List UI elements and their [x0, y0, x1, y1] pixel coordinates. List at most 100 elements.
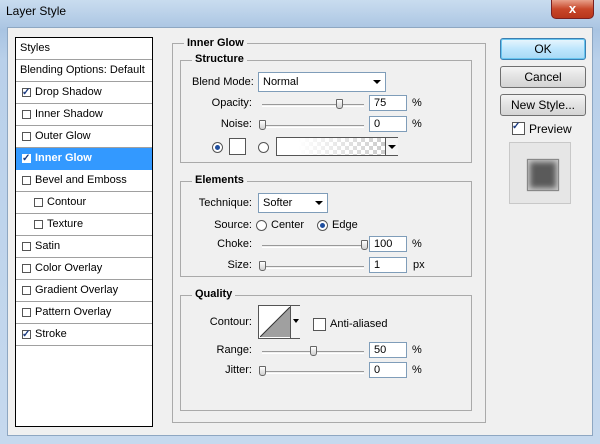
range-slider-thumb[interactable]: [310, 346, 317, 356]
gradient-picker[interactable]: [276, 137, 398, 156]
sidebar-item-label: Styles: [20, 42, 50, 54]
sidebar-item-label: Texture: [47, 218, 84, 230]
sidebar-item-gradient-overlay[interactable]: Gradient Overlay: [16, 280, 152, 302]
contour-linear-icon: [260, 307, 290, 337]
layer-style-dialog: Layer Style x Styles Blending Options: De…: [0, 0, 600, 444]
sidebar-checkbox[interactable]: [22, 110, 31, 119]
contour-label: Contour:: [209, 316, 252, 328]
sidebar-item-label: Pattern Overlay: [35, 306, 112, 318]
sidebar-item-drop-shadow[interactable]: Drop Shadow: [16, 82, 152, 104]
sidebar-item-satin[interactable]: Satin: [16, 236, 152, 258]
source-edge-radio[interactable]: [317, 220, 328, 231]
noise-unit: %: [412, 118, 422, 130]
title-bar[interactable]: Layer Style x: [0, 0, 600, 26]
size-unit: px: [413, 259, 425, 271]
noise-label: Noise:: [220, 118, 252, 130]
source-edge-label[interactable]: Edge: [332, 219, 358, 231]
close-button[interactable]: x: [551, 0, 594, 19]
choke-input[interactable]: 100: [369, 236, 407, 252]
sidebar-item-label: Drop Shadow: [35, 86, 102, 98]
choke-slider-thumb[interactable]: [361, 240, 368, 250]
preview-checkbox[interactable]: [512, 122, 525, 135]
chevron-down-icon: [373, 80, 381, 84]
sidebar-item-inner-glow[interactable]: Inner Glow: [16, 148, 152, 170]
sidebar-checkbox[interactable]: [22, 132, 31, 141]
panel-title: Inner Glow: [184, 37, 247, 49]
styles-list: Styles Blending Options: Default Drop Shad…: [15, 37, 153, 427]
source-label: Source:: [214, 219, 252, 231]
source-center-radio[interactable]: [256, 220, 267, 231]
sidebar-item-bevel-and-emboss[interactable]: Bevel and Emboss: [16, 170, 152, 192]
anti-aliased-checkbox[interactable]: [313, 318, 326, 331]
ok-button[interactable]: OK: [500, 38, 586, 60]
sidebar-item-label: Satin: [35, 240, 61, 252]
sidebar-item-label: Stroke: [35, 328, 67, 340]
sidebar-item-styles: Styles: [16, 38, 152, 60]
size-input[interactable]: 1: [369, 257, 407, 273]
inner-glow-panel: Inner Glow Structure Blend Mode: Normal …: [172, 33, 486, 428]
technique-label: Technique:: [198, 197, 252, 209]
sidebar-item-label: Gradient Overlay: [35, 284, 119, 296]
sidebar-checkbox[interactable]: [22, 286, 31, 295]
sidebar-item-pattern-overlay[interactable]: Pattern Overlay: [16, 302, 152, 324]
choke-unit: %: [412, 238, 422, 250]
sidebar-checkbox[interactable]: [34, 220, 43, 229]
sidebar-item-blending-options-default[interactable]: Blending Options: Default: [16, 60, 152, 82]
chevron-down-icon: [388, 145, 396, 149]
opacity-input[interactable]: 75: [369, 95, 407, 111]
sidebar-item-label: Inner Shadow: [35, 108, 103, 120]
opacity-slider-track[interactable]: [262, 104, 364, 107]
blend-mode-value: Normal: [263, 76, 299, 88]
jitter-slider-thumb[interactable]: [259, 366, 266, 376]
sidebar-checkbox[interactable]: [22, 264, 31, 273]
sidebar-item-inner-shadow[interactable]: Inner Shadow: [16, 104, 152, 126]
sidebar-checkbox[interactable]: [34, 198, 43, 207]
noise-slider-thumb[interactable]: [259, 120, 266, 130]
cancel-button[interactable]: Cancel: [500, 66, 586, 88]
jitter-input[interactable]: 0: [369, 362, 407, 378]
sidebar-item-label: Blending Options: Default: [20, 64, 145, 76]
contour-picker[interactable]: [258, 305, 300, 339]
size-slider-thumb[interactable]: [259, 261, 267, 271]
sidebar-checkbox[interactable]: [22, 330, 31, 340]
sidebar-item-label: Color Overlay: [35, 262, 103, 274]
jitter-slider-track[interactable]: [262, 371, 364, 374]
noise-slider-track[interactable]: [262, 125, 364, 128]
solid-color-radio[interactable]: [212, 142, 223, 153]
structure-title: Structure: [192, 53, 247, 65]
sidebar-item-contour[interactable]: Contour: [16, 192, 152, 214]
sidebar-item-stroke[interactable]: Stroke: [16, 324, 152, 346]
sidebar-checkbox[interactable]: [22, 308, 31, 317]
contour-dropdown[interactable]: [290, 306, 300, 338]
sidebar-checkbox[interactable]: [22, 176, 31, 185]
sidebar-item-label: Outer Glow: [35, 130, 91, 142]
preview-thumbnail: [527, 159, 559, 191]
source-center-label[interactable]: Center: [271, 219, 304, 231]
choke-slider-track[interactable]: [262, 245, 364, 248]
new-style-button[interactable]: New Style...: [500, 94, 586, 116]
noise-input[interactable]: 0: [369, 116, 407, 132]
sidebar-checkbox[interactable]: [22, 88, 31, 98]
jitter-unit: %: [412, 364, 422, 376]
sidebar-checkbox[interactable]: [22, 154, 31, 164]
chevron-down-icon: [293, 319, 299, 323]
blend-mode-select[interactable]: Normal: [258, 72, 386, 92]
opacity-slider-thumb[interactable]: [335, 99, 343, 109]
gradient-radio[interactable]: [258, 142, 269, 153]
anti-aliased-label[interactable]: Anti-aliased: [330, 318, 387, 330]
sidebar-item-outer-glow[interactable]: Outer Glow: [16, 126, 152, 148]
glow-color-swatch[interactable]: [229, 138, 246, 155]
size-slider-track[interactable]: [262, 266, 364, 269]
range-input[interactable]: 50: [369, 342, 407, 358]
elements-title: Elements: [192, 174, 247, 186]
technique-select[interactable]: Softer: [258, 193, 328, 213]
range-label: Range:: [216, 344, 252, 356]
sidebar-item-label: Bevel and Emboss: [35, 174, 127, 186]
sidebar-item-texture[interactable]: Texture: [16, 214, 152, 236]
preview-label[interactable]: Preview: [529, 122, 572, 136]
sidebar-item-color-overlay[interactable]: Color Overlay: [16, 258, 152, 280]
gradient-dropdown[interactable]: [385, 138, 398, 155]
sidebar-checkbox[interactable]: [22, 242, 31, 251]
jitter-label: Jitter:: [225, 364, 252, 376]
range-unit: %: [412, 344, 422, 356]
